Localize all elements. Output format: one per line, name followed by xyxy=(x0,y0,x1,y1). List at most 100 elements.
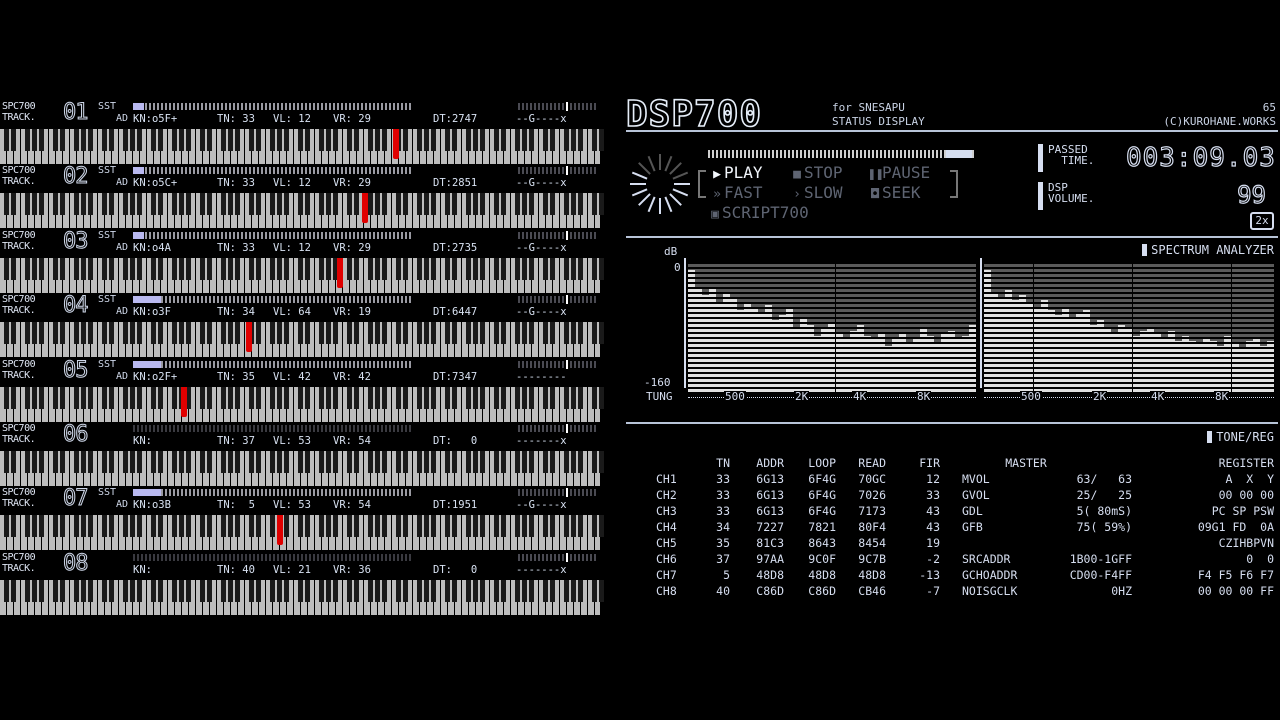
piano-keyboard[interactable] xyxy=(0,193,604,229)
track-row[interactable]: SPC700 TRACK. 01 SST AD KN:o5F+ TN: 33 V… xyxy=(0,100,604,164)
piano-keyboard[interactable] xyxy=(0,515,604,551)
passed-time-label: PASSED TIME. xyxy=(1048,143,1095,167)
black-key xyxy=(277,322,282,345)
channel-fir: 12 xyxy=(926,472,940,486)
slow-button[interactable]: › SLOW xyxy=(790,183,843,204)
black-key xyxy=(284,322,289,345)
speed-rate-badge[interactable]: 2x xyxy=(1250,212,1274,230)
black-key xyxy=(221,451,226,473)
channel-tn: 5 xyxy=(723,568,730,582)
track-row[interactable]: SPC700 TRACK. 04 SST AD KN:o3F TN: 34 VL… xyxy=(0,293,604,358)
play-button[interactable]: ▶ PLAY xyxy=(710,164,762,184)
track-row[interactable]: SPC700 TRACK. 08 KN: TN: 40 VL: 21 VR: 3… xyxy=(0,551,604,615)
spectrum-bar xyxy=(1026,302,1033,392)
black-key xyxy=(207,451,212,473)
piano-keyboard[interactable] xyxy=(0,579,604,615)
tone-number: TN: 33 xyxy=(217,241,255,254)
progress-knob[interactable] xyxy=(946,150,972,158)
script700-button[interactable]: ▣ SCRIPT700 xyxy=(708,204,809,224)
black-key xyxy=(235,451,240,473)
black-key xyxy=(137,257,142,280)
black-key xyxy=(529,322,534,345)
piano-keyboard[interactable] xyxy=(0,451,604,486)
lfo-status: --G----x xyxy=(516,499,567,512)
black-key xyxy=(382,386,387,409)
spectrum-bar xyxy=(786,308,793,392)
channel-read: 7026 xyxy=(858,488,886,502)
spectrum-bar xyxy=(779,315,786,392)
black-key xyxy=(403,579,408,602)
piano-keyboard[interactable] xyxy=(0,129,604,164)
black-key xyxy=(592,322,597,345)
slow-label: SLOW xyxy=(804,183,843,202)
piano-keyboard[interactable] xyxy=(0,322,604,358)
black-key xyxy=(375,451,380,473)
black-key xyxy=(11,515,16,538)
track-row[interactable]: SPC700 TRACK. 07 SST AD KN:o3B TN: 5 VL:… xyxy=(0,486,604,551)
black-key xyxy=(81,579,86,602)
spectrum-bar xyxy=(737,310,744,392)
spc700-label: SPC700 xyxy=(2,487,36,499)
black-key xyxy=(480,257,485,280)
envelope-fill xyxy=(133,103,144,110)
black-key xyxy=(452,579,457,602)
black-key xyxy=(599,193,604,216)
black-key xyxy=(39,386,44,409)
black-key xyxy=(445,579,450,602)
black-key xyxy=(123,257,128,280)
black-key xyxy=(424,322,429,345)
envelope-meter xyxy=(133,167,413,175)
black-key xyxy=(515,515,520,538)
fast-button[interactable]: » FAST xyxy=(710,184,762,204)
register-value: CZIHBPVN xyxy=(1218,536,1274,550)
stop-button[interactable]: ■ STOP xyxy=(790,164,842,184)
spectrum-bar xyxy=(1182,336,1189,392)
black-key xyxy=(172,257,177,280)
black-key xyxy=(424,257,429,280)
black-key xyxy=(354,515,359,538)
volume-right: VR: 54 xyxy=(333,499,371,512)
header-tn: TN xyxy=(716,456,730,470)
track-row[interactable]: SPC700 TRACK. 06 KN: TN: 37 VL: 53 VR: 5… xyxy=(0,422,604,486)
pause-button[interactable]: ❚❚PAUSE xyxy=(868,164,930,184)
black-key xyxy=(396,386,401,409)
black-key xyxy=(109,322,114,345)
piano-keyboard[interactable] xyxy=(0,257,604,293)
black-key xyxy=(74,451,79,473)
spectrum-bar xyxy=(1090,325,1097,392)
lfo-status: --G----x xyxy=(516,306,567,319)
black-key xyxy=(123,515,128,538)
track-row[interactable]: SPC700 TRACK. 03 SST AD KN:o4A TN: 33 VL… xyxy=(0,229,604,293)
black-key xyxy=(53,129,58,151)
section-marker xyxy=(1207,431,1213,443)
track-row[interactable]: SPC700 TRACK. 02 SST AD KN:o5C+ TN: 33 V… xyxy=(0,164,604,229)
spectrum-bar xyxy=(744,302,751,392)
black-key xyxy=(326,322,331,345)
channel-addr: 6G13 xyxy=(756,504,784,518)
spectrum-bar xyxy=(1034,308,1041,392)
seek-button[interactable]: ◘ SEEK xyxy=(868,184,920,204)
active-note-indicator xyxy=(277,515,283,546)
channel-label: CH7 xyxy=(656,568,677,582)
black-key xyxy=(480,451,485,473)
black-key xyxy=(151,515,156,538)
volume-meter xyxy=(518,424,598,433)
black-key xyxy=(529,257,534,280)
black-key xyxy=(417,451,422,473)
black-key xyxy=(368,129,373,151)
black-key xyxy=(221,322,226,345)
black-key xyxy=(431,129,436,151)
playback-progress-bar[interactable] xyxy=(708,150,976,158)
subtitle-for: for SNESAPU xyxy=(832,101,905,114)
black-key xyxy=(417,579,422,602)
spectrum-bar xyxy=(1019,295,1026,392)
black-key xyxy=(179,515,184,538)
track-row[interactable]: SPC700 TRACK. 05 SST AD KN:o2F+ TN: 35 V… xyxy=(0,358,604,422)
db-top-label: 0 xyxy=(674,261,681,274)
spectrum-bar xyxy=(998,297,1005,392)
channel-addr: C86D xyxy=(756,584,784,598)
piano-keyboard[interactable] xyxy=(0,386,604,422)
channel-tn: 35 xyxy=(716,536,730,550)
black-key xyxy=(501,257,506,280)
track-header: SPC700 TRACK. 07 SST AD KN:o3B TN: 5 VL:… xyxy=(0,486,600,516)
